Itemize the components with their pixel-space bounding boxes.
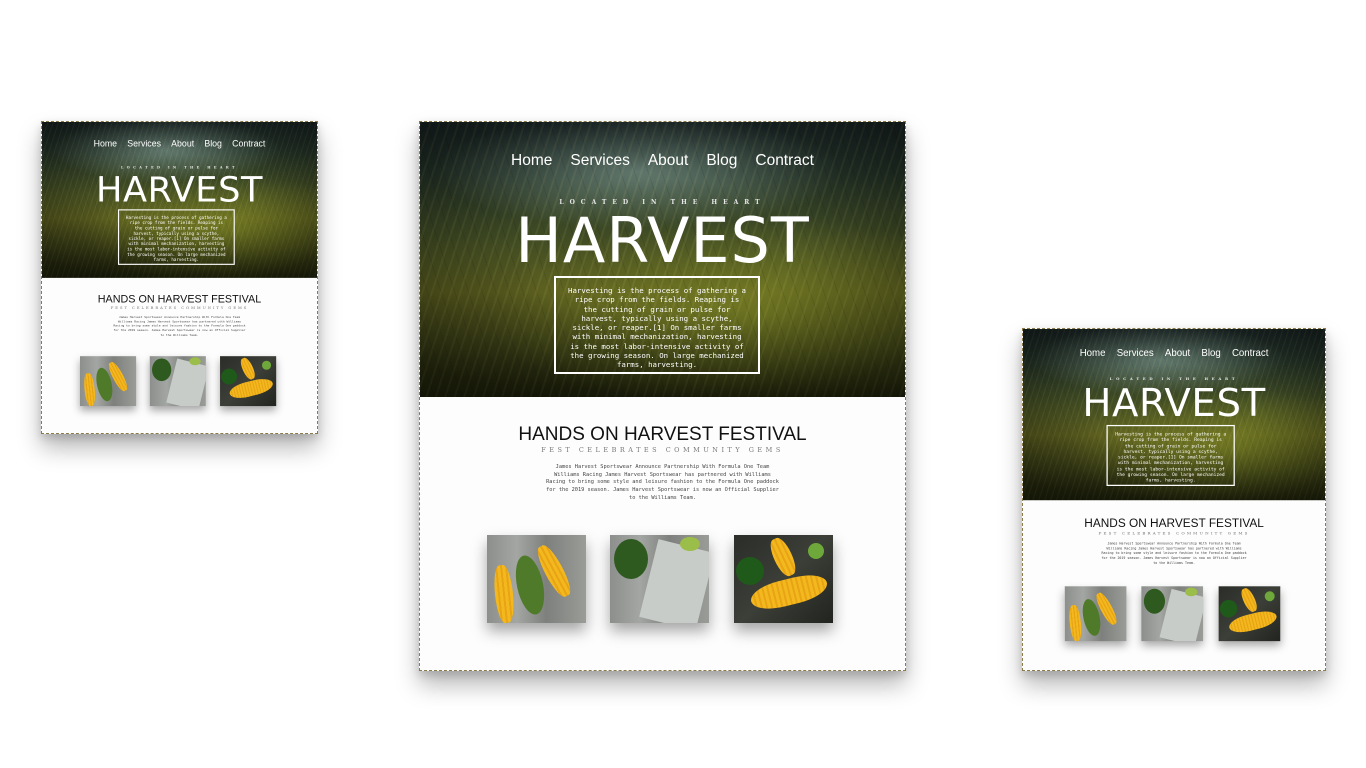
festival-section: HANDS ON HARVEST FESTIVAL FEST CELEBRATE… (42, 277, 317, 433)
festival-title: HANDS ON HARVEST FESTIVAL (518, 424, 807, 445)
nav-blog[interactable]: Blog (1201, 348, 1220, 359)
festival-text: James Harvest Sportswear Announce Partne… (113, 315, 246, 337)
mockup-large-center: Home Services About Blog Contract LOCATED IN… (419, 121, 906, 671)
gallery-image-corn-peppers[interactable] (1218, 586, 1281, 642)
main-nav: Home Services About Blog Contract (420, 150, 905, 170)
nav-home[interactable]: Home (1080, 348, 1106, 359)
nav-about[interactable]: About (648, 152, 689, 170)
hero-title: HARVEST (515, 204, 810, 277)
gallery-image-vegetables-board[interactable] (610, 535, 709, 623)
nav-services[interactable]: Services (1117, 348, 1154, 359)
gallery-image-corn-peppers[interactable] (220, 356, 277, 407)
festival-title: HANDS ON HARVEST FESTIVAL (1084, 517, 1264, 531)
gallery-image-corn-zucchini[interactable] (1064, 586, 1127, 642)
main-nav: Home Services About Blog Contract (1023, 346, 1325, 359)
nav-blog[interactable]: Blog (204, 139, 222, 149)
nav-about[interactable]: About (171, 139, 194, 149)
nav-services[interactable]: Services (570, 152, 629, 170)
nav-home[interactable]: Home (511, 152, 552, 170)
gallery-image-corn-zucchini[interactable] (79, 356, 137, 407)
hero-title: HARVEST (95, 168, 263, 210)
hero-text-box: Harvesting is the process of gathering a… (117, 209, 235, 265)
nav-contract[interactable]: Contract (755, 152, 814, 170)
gallery-image-corn-peppers[interactable] (734, 535, 833, 623)
nav-blog[interactable]: Blog (706, 152, 737, 170)
nav-about[interactable]: About (1165, 348, 1190, 359)
nav-services[interactable]: Services (127, 139, 161, 149)
festival-subtitle: FEST CELEBRATES COMMUNITY GEMS (110, 305, 249, 311)
hero-section: Home Services About Blog Contract LOCATED IN… (1023, 329, 1325, 501)
hero-text-box: Harvesting is the process of gathering a… (1106, 424, 1235, 486)
mockup-small-left: Home Services About Blog Contract LOCATED IN… (41, 121, 318, 434)
festival-title: HANDS ON HARVEST FESTIVAL (97, 293, 262, 306)
gallery-image-vegetables-board[interactable] (1141, 586, 1204, 642)
nav-contract[interactable]: Contract (1232, 348, 1269, 359)
festival-subtitle: FEST CELEBRATES COMMUNITY GEMS (541, 446, 784, 454)
mockup-medium-right: Home Services About Blog Contract LOCATED IN… (1022, 328, 1326, 671)
gallery-image-vegetables-board[interactable] (149, 356, 206, 407)
festival-text: James Harvest Sportswear Announce Partne… (1101, 542, 1247, 566)
hero-text-box: Harvesting is the process of gathering a… (554, 276, 760, 374)
nav-contract[interactable]: Contract (232, 139, 265, 149)
festival-text: James Harvest Sportswear Announce Partne… (546, 464, 779, 501)
festival-subtitle: FEST CELEBRATES COMMUNITY GEMS (1098, 530, 1250, 536)
nav-home[interactable]: Home (94, 139, 117, 149)
hero-section: Home Services About Blog Contract LOCATED IN… (42, 122, 317, 278)
hero-section: Home Services About Blog Contract LOCATED IN… (420, 122, 905, 397)
festival-section: HANDS ON HARVEST FESTIVAL FEST CELEBRATE… (420, 397, 905, 670)
hero-title: HARVEST (1082, 380, 1266, 426)
gallery-image-corn-zucchini[interactable] (487, 535, 586, 623)
festival-section: HANDS ON HARVEST FESTIVAL FEST CELEBRATE… (1023, 500, 1325, 670)
main-nav: Home Services About Blog Contract (42, 138, 317, 149)
